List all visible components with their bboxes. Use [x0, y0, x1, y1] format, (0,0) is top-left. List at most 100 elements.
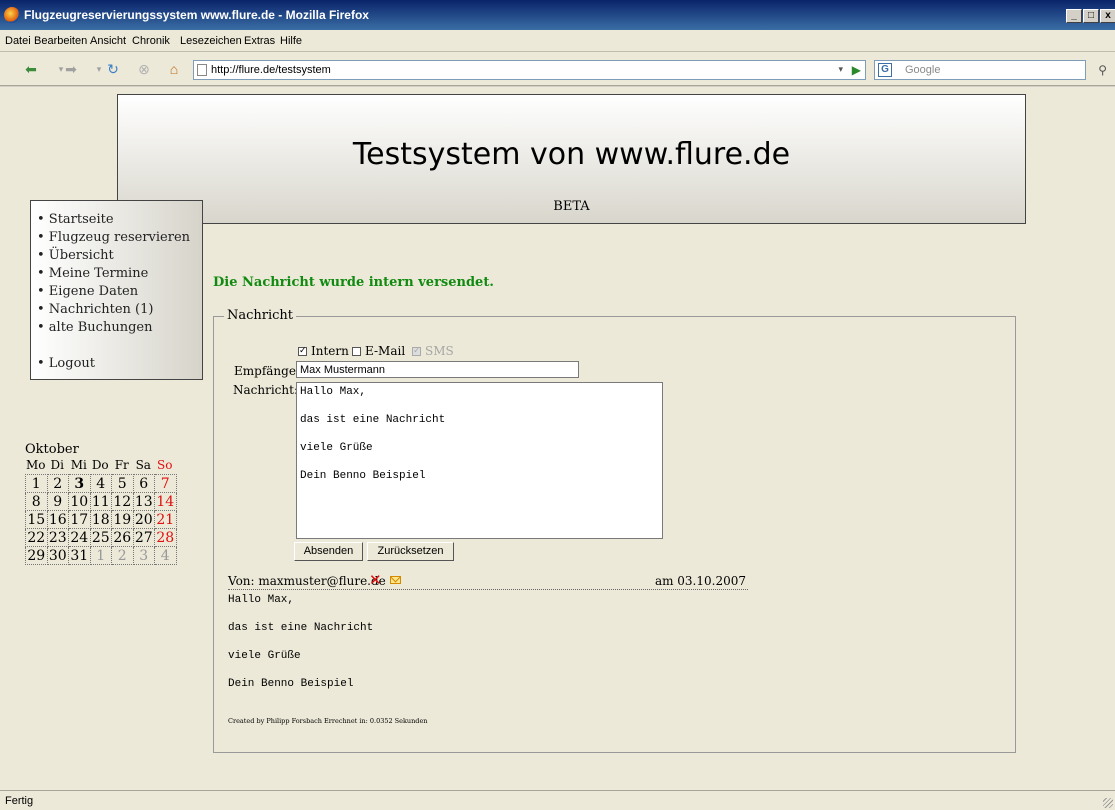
nav-startseite[interactable]: • Startseite [37, 211, 202, 229]
resize-grip-icon[interactable] [1103, 798, 1113, 808]
nav-uebersicht[interactable]: • Übersicht [37, 247, 202, 265]
calendar-weekday: Fr [114, 458, 129, 472]
nav-nachrichten[interactable]: • Nachrichten (1) [37, 301, 202, 319]
calendar-day[interactable]: 18 [89, 510, 112, 529]
status-bar: Fertig [0, 790, 1115, 810]
calendar-day[interactable]: 10 [68, 492, 91, 511]
google-engine-icon[interactable]: G [878, 63, 892, 77]
calendar-day[interactable]: 26 [111, 528, 134, 547]
calendar-day[interactable]: 28 [154, 528, 177, 547]
menu-ansicht[interactable]: Ansicht [90, 35, 126, 47]
search-bar[interactable]: G Google ⚲ [874, 60, 1107, 80]
site-header: Testsystem von www.flure.de BETA [117, 94, 1026, 224]
email-option[interactable]: E-Mail [352, 344, 405, 358]
calendar-day[interactable]: 16 [46, 510, 69, 529]
calendar-day[interactable]: 31 [68, 546, 91, 565]
envelope-icon[interactable] [390, 576, 401, 584]
nav-logout[interactable]: • Logout [37, 355, 202, 373]
calendar-day[interactable]: 3 [68, 474, 91, 493]
calendar-day[interactable]: 17 [68, 510, 91, 529]
calendar-day[interactable]: 5 [111, 474, 134, 493]
calendar-grid: 1 2 3 4 5 6 7 8 9 10 11 12 13 14 15 16 17 18 19 20 21 22 23 24 2… [25, 474, 177, 565]
menu-hilfe[interactable]: Hilfe [280, 35, 302, 47]
menu-lesezeichen[interactable]: Lesezeichen [180, 35, 242, 47]
calendar-day[interactable]: 11 [89, 492, 112, 511]
calendar-day[interactable]: 7 [154, 474, 177, 493]
calendar-day[interactable]: 14 [154, 492, 177, 511]
search-placeholder[interactable]: Google [905, 64, 940, 76]
sms-option: ✓ SMS [412, 344, 454, 358]
nav-alte-buchungen[interactable]: • alte Buchungen [37, 319, 202, 337]
recipient-input[interactable]: Max Mustermann [296, 361, 579, 378]
page-footer: Created by Philipp Forsbach Errechnet in… [228, 717, 428, 725]
calendar-day[interactable]: 20 [132, 510, 155, 529]
calendar-week: 8 9 10 11 12 13 14 [25, 492, 177, 511]
calendar-day[interactable]: 21 [154, 510, 177, 529]
menu-extras[interactable]: Extras [244, 35, 275, 47]
delete-icon[interactable]: ✕ [369, 571, 382, 589]
calendar-day[interactable]: 19 [111, 510, 134, 529]
url-history-dropdown-icon[interactable]: ▾ [838, 64, 843, 75]
search-icon[interactable]: ⚲ [1098, 63, 1107, 77]
calendar-day[interactable]: 4 [154, 546, 177, 565]
calendar-day[interactable]: 8 [25, 492, 48, 511]
intern-checkbox[interactable]: ✓ [298, 347, 307, 356]
stop-icon[interactable]: ⊗ [135, 60, 153, 78]
reload-icon[interactable]: ↻ [104, 60, 122, 78]
url-text[interactable]: http://flure.de/testsystem [211, 64, 331, 76]
calendar-day[interactable]: 12 [111, 492, 134, 511]
intern-option[interactable]: ✓ Intern [298, 344, 349, 358]
menu-datei[interactable]: Datei [5, 35, 31, 47]
send-button[interactable]: Absenden [294, 542, 363, 561]
menu-chronik[interactable]: Chronik [132, 35, 170, 47]
firefox-icon [4, 7, 20, 23]
calendar-day[interactable]: 1 [25, 474, 48, 493]
go-icon[interactable]: ▶ [852, 63, 861, 77]
menubar: Datei Bearbeiten Ansicht Chronik Lesezei… [0, 30, 1115, 52]
calendar-week: 1234567 [25, 474, 177, 493]
calendar-day[interactable]: 2 [46, 474, 69, 493]
calendar: Oktober Mo Di Mi Do Fr Sa So 1 2 3 4 5 6 7 8 9 10 11 12 13… [25, 442, 177, 565]
minimize-button[interactable]: _ [1066, 9, 1082, 23]
calendar-weekday: Mo [25, 458, 46, 472]
back-icon[interactable]: ⬅ [22, 60, 40, 78]
calendar-day[interactable]: 23 [46, 528, 69, 547]
maximize-button[interactable]: □ [1083, 9, 1099, 23]
nav-flugzeug-reservieren[interactable]: • Flugzeug reservieren [37, 229, 202, 247]
calendar-day[interactable]: 6 [132, 474, 155, 493]
calendar-day[interactable]: 9 [46, 492, 69, 511]
success-message: Die Nachricht wurde intern versendet. [213, 275, 494, 290]
calendar-day[interactable]: 24 [68, 528, 91, 547]
calendar-day[interactable]: 3 [132, 546, 155, 565]
window-title: Flugzeugreservierungssystem www.flure.de… [24, 8, 369, 22]
message-sender: Von: maxmuster@flure.de [228, 574, 386, 588]
calendar-day[interactable]: 27 [132, 528, 155, 547]
main-navigation: • Startseite • Flugzeug reservieren • Üb… [30, 200, 203, 380]
calendar-day[interactable]: 13 [132, 492, 155, 511]
calendar-day[interactable]: 2 [111, 546, 134, 565]
calendar-day[interactable]: 4 [89, 474, 112, 493]
received-message-header: Von: maxmuster@flure.de ✕ am 03.10.2007 [228, 571, 748, 590]
forward-icon[interactable]: ➡ [62, 60, 80, 78]
calendar-day[interactable]: 29 [25, 546, 48, 565]
message-legend: Nachricht [224, 308, 297, 323]
email-checkbox[interactable] [352, 347, 361, 356]
nav-eigene-daten[interactable]: • Eigene Daten [37, 283, 202, 301]
intern-label: Intern [311, 344, 349, 358]
calendar-day[interactable]: 1 [89, 546, 112, 565]
calendar-day[interactable]: 15 [25, 510, 48, 529]
calendar-week: 15 16 17 18 19 20 21 [25, 510, 177, 529]
calendar-day[interactable]: 25 [89, 528, 112, 547]
home-icon[interactable]: ⌂ [165, 60, 183, 78]
reset-button[interactable]: Zurücksetzen [367, 542, 454, 561]
calendar-month: Oktober [25, 442, 79, 457]
received-message-body: Hallo Max, das ist eine Nachricht viele … [228, 594, 374, 690]
nav-meine-termine[interactable]: • Meine Termine [37, 265, 202, 283]
url-bar[interactable]: http://flure.de/testsystem ▾ ▶ [193, 60, 866, 80]
calendar-week: 22 23 24 25 26 27 28 [25, 528, 177, 547]
close-button[interactable]: x [1100, 9, 1115, 23]
message-textarea[interactable]: Hallo Max, das ist eine Nachricht viele … [296, 382, 663, 539]
calendar-day[interactable]: 22 [25, 528, 48, 547]
menu-bearbeiten[interactable]: Bearbeiten [34, 35, 87, 47]
calendar-day[interactable]: 30 [46, 546, 69, 565]
